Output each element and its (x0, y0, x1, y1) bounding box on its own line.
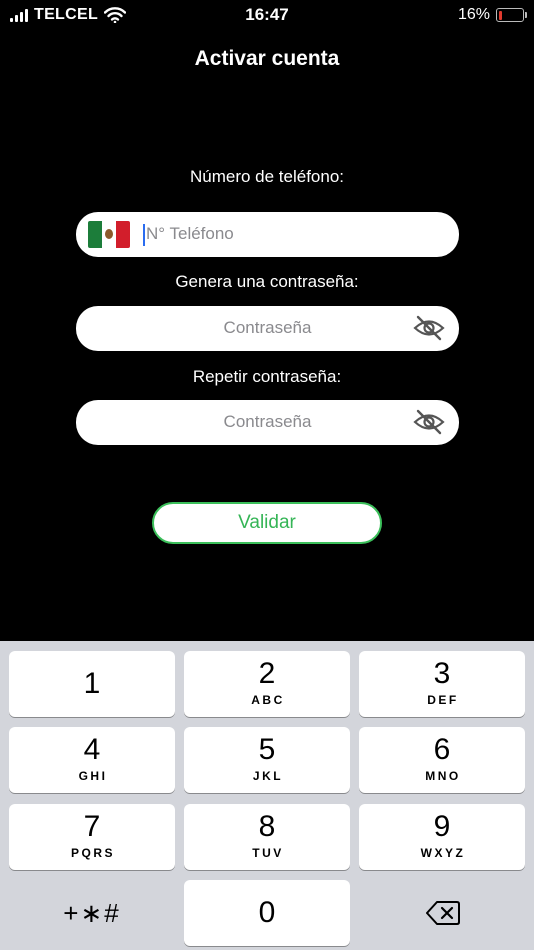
key-1[interactable]: 1 (9, 651, 175, 717)
key-symbols[interactable]: +∗# (9, 880, 175, 946)
key-9[interactable]: 9 WXYZ (359, 804, 525, 870)
repeat-password-placeholder: Contraseña (223, 412, 312, 431)
backspace-icon[interactable] (426, 900, 460, 926)
key-letters: MNO (425, 769, 461, 783)
battery-icon (496, 8, 527, 22)
key-number: 1 (83, 667, 101, 700)
key-number: 8 (258, 810, 276, 843)
key-3[interactable]: 3 DEF (359, 651, 525, 717)
key-number: 6 (433, 733, 451, 766)
password-placeholder: Contraseña (223, 318, 312, 337)
key-letters: PQRS (70, 846, 115, 860)
key-number: 5 (258, 733, 276, 766)
key-7[interactable]: 7 PQRS (9, 804, 175, 870)
key-letters: ABC (251, 693, 285, 707)
key-letters: DEF (427, 693, 459, 707)
password-label: Genera una contraseña: (175, 272, 359, 291)
battery-fill (498, 10, 503, 20)
key-number: 7 (83, 810, 101, 843)
key-letters: GHI (78, 769, 108, 783)
key-8[interactable]: 8 TUV (184, 804, 350, 870)
phone-placeholder: N° Teléfono (146, 224, 234, 243)
key-number: 9 (433, 810, 451, 843)
key-4[interactable]: 4 GHI (9, 727, 175, 793)
key-number: 4 (83, 733, 101, 766)
status-right: 16% (457, 6, 527, 24)
repeat-password-input[interactable]: Contraseña (76, 400, 459, 445)
key-number: 3 (433, 657, 451, 690)
key-letters: TUV (252, 846, 284, 860)
numeric-keypad: 1 2 ABC 3 DEF 4 GHI 5 JKL 6 MNO 7 PQRS 8… (0, 641, 534, 950)
password-input[interactable]: Contraseña (76, 306, 459, 351)
key-letters: JKL (252, 769, 284, 783)
validate-button[interactable]: Validar (152, 502, 382, 544)
eye-off-icon[interactable] (413, 409, 445, 435)
eye-off-icon[interactable] (413, 315, 445, 341)
mexico-flag-icon[interactable] (88, 221, 130, 248)
key-0[interactable]: 0 (184, 880, 350, 946)
symbols-label: +∗# (63, 898, 121, 928)
delete-key[interactable] (359, 880, 525, 946)
status-time: 16:47 (245, 5, 289, 24)
page-title: Activar cuenta (194, 47, 340, 70)
key-letters: WXYZ (420, 846, 466, 860)
text-cursor (143, 224, 145, 246)
key-number: 2 (258, 657, 276, 690)
status-bar: TELCEL 16:47 16% (0, 0, 534, 30)
key-2[interactable]: 2 ABC (184, 651, 350, 717)
battery-percentage: 16% (457, 6, 490, 23)
phone-label: Número de teléfono: (189, 167, 345, 186)
repeat-password-label: Repetir contraseña: (192, 367, 342, 386)
key-number: 0 (258, 896, 276, 929)
phone-input[interactable]: N° Teléfono (76, 212, 459, 257)
key-5[interactable]: 5 JKL (184, 727, 350, 793)
key-6[interactable]: 6 MNO (359, 727, 525, 793)
